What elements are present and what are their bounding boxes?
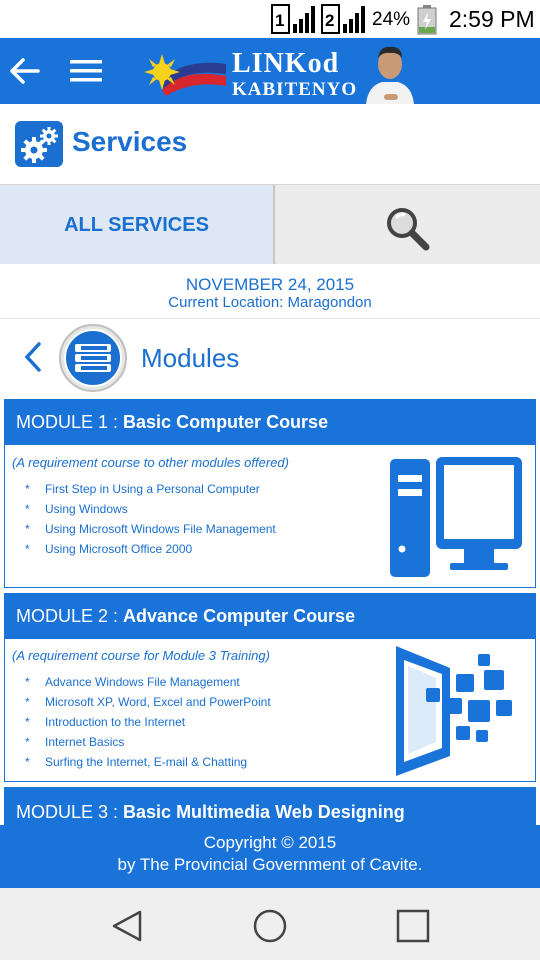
- app-bar: LINKod KABITENYO: [0, 38, 540, 104]
- portal-icon: [396, 646, 512, 776]
- battery-icon: [417, 5, 437, 35]
- module-card-3[interactable]: MODULE 3 : Basic Multimedia Web Designin…: [4, 787, 536, 825]
- date-location-block: NOVEMBER 24, 2015 Current Location: Mara…: [0, 265, 540, 319]
- service-tabs: ALL SERVICES: [0, 184, 540, 264]
- menu-icon[interactable]: [68, 54, 104, 88]
- back-triangle-icon[interactable]: [108, 906, 148, 946]
- list-item: * Surfing the Internet, E-mail & Chatting: [25, 755, 248, 769]
- logo-line2: KABITENYO: [232, 79, 358, 100]
- list-item: * Internet Basics: [25, 735, 125, 749]
- copyright-owner: by The Provincial Government of Cavite.: [117, 855, 423, 874]
- list-item: * Advance Windows File Management: [25, 675, 240, 689]
- module-2-prefix: MODULE 2 :: [16, 606, 124, 626]
- list-item: * Using Windows: [25, 502, 128, 516]
- modules-title: Modules: [141, 343, 240, 373]
- module-3-prefix: MODULE 3 :: [16, 802, 124, 822]
- services-header: Services: [0, 104, 540, 184]
- governor-portrait-icon: [366, 46, 414, 104]
- module-2-header: MODULE 2 : Advance Computer Course: [5, 594, 535, 639]
- current-location: Current Location: Maragondon: [168, 294, 372, 311]
- status-bar: 1 2 24% 2:59 PM: [0, 0, 540, 38]
- tab-all-services[interactable]: ALL SERVICES: [0, 185, 275, 264]
- recents-square-icon[interactable]: [393, 906, 433, 946]
- list-item: * Using Microsoft Windows File Management: [25, 522, 276, 536]
- list-item: * Microsoft XP, Word, Excel and PowerPoin…: [25, 695, 271, 709]
- list-item: * Using Microsoft Office 2000: [25, 542, 193, 556]
- chevron-left-icon[interactable]: [20, 340, 46, 374]
- module-1-header: MODULE 1 : Basic Computer Course: [5, 400, 535, 445]
- tab-search[interactable]: [276, 185, 540, 264]
- list-item: * Introduction to the Internet: [25, 715, 186, 729]
- module-card-1[interactable]: MODULE 1 : Basic Computer Course (A requ…: [4, 399, 536, 588]
- computer-icon: [390, 457, 522, 577]
- stack-icon: [59, 324, 127, 392]
- page-title: Services: [72, 126, 188, 157]
- gears-icon: [15, 121, 63, 167]
- module-2-note: (A requirement course for Module 3 Train…: [12, 648, 270, 663]
- module-3-header: MODULE 3 : Basic Multimedia Web Designin…: [5, 788, 535, 824]
- module-1-prefix: MODULE 1 :: [16, 412, 124, 432]
- copyright-line: Copyright © 2015: [203, 833, 337, 852]
- back-arrow-icon[interactable]: [8, 52, 42, 90]
- module-3-name: Basic Multimedia Web Designing: [123, 802, 405, 822]
- home-circle-icon[interactable]: [250, 906, 290, 946]
- app-logo: LINKod KABITENYO: [142, 42, 418, 104]
- module-2-name: Advance Computer Course: [123, 606, 356, 626]
- footer: Copyright © 2015 by The Provincial Gover…: [0, 825, 540, 888]
- module-2-topics: * Advance Windows File Management * Micros…: [25, 672, 271, 772]
- sun-flag-icon: [144, 54, 226, 96]
- current-date: NOVEMBER 24, 2015: [185, 275, 355, 294]
- battery-percent: 24%: [372, 9, 411, 30]
- list-item: * First Step in Using a Personal Computer: [25, 482, 260, 496]
- sim1-label: 1: [275, 11, 285, 30]
- module-1-name: Basic Computer Course: [123, 412, 329, 432]
- logo-line1: LINKod: [232, 48, 340, 79]
- module-1-topics: * First Step in Using a Personal Computer…: [25, 479, 276, 559]
- sim2-label: 2: [325, 11, 335, 30]
- search-icon: [387, 208, 430, 251]
- system-nav-bar: [0, 888, 540, 960]
- clock: 2:59 PM: [449, 6, 535, 32]
- module-1-note: (A requirement course to other modules o…: [12, 455, 289, 470]
- modules-header: Modules: [0, 320, 540, 396]
- module-card-2[interactable]: MODULE 2 : Advance Computer Course (A re…: [4, 593, 536, 782]
